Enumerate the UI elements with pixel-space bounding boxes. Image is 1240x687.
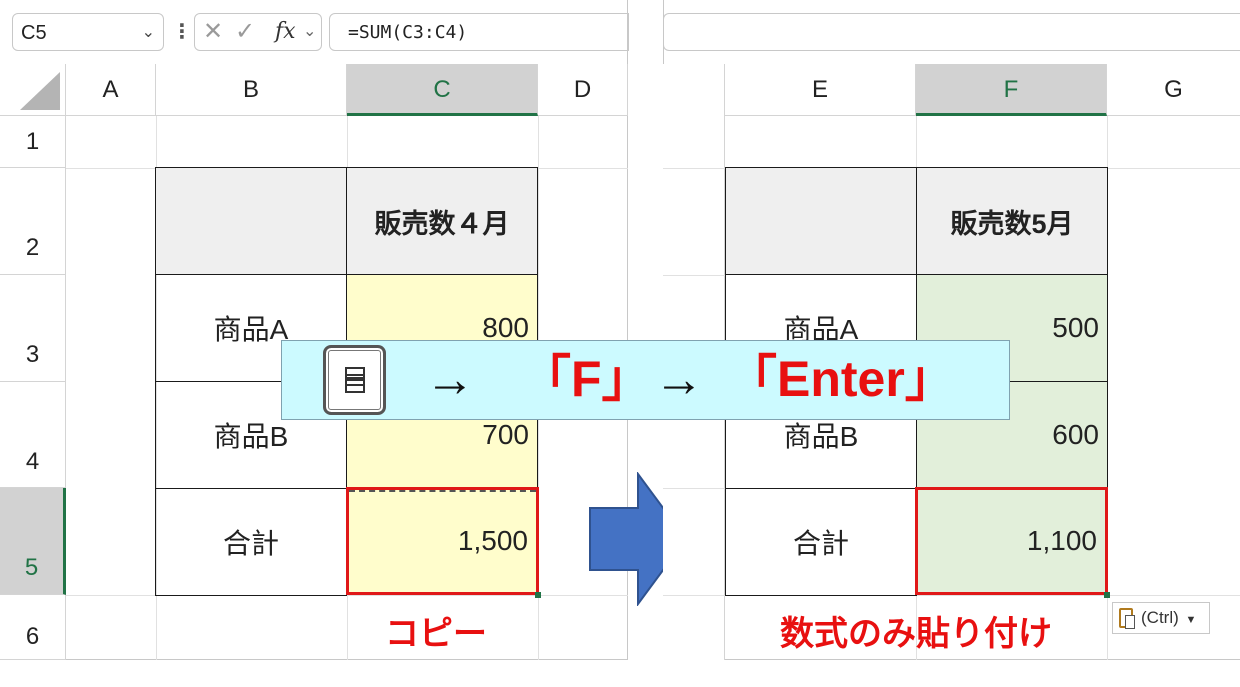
cell-c2-header[interactable]: 販売数４月 bbox=[346, 167, 538, 275]
banner-arrow-2: → bbox=[654, 351, 704, 407]
row-header-5[interactable]: 5 bbox=[0, 488, 66, 595]
menu-key-icon bbox=[323, 345, 386, 415]
menu-key-glyph bbox=[345, 367, 365, 393]
name-box[interactable]: C5 ⌄ bbox=[12, 13, 164, 51]
banner-arrow-1: → bbox=[425, 351, 475, 407]
copy-caption: コピー bbox=[385, 615, 487, 653]
paste-options-label: (Ctrl) bbox=[1141, 608, 1179, 627]
column-header-a[interactable]: A bbox=[66, 64, 156, 116]
name-box-value: C5 bbox=[21, 22, 47, 44]
cell-c5-total-selected[interactable]: 1,500 bbox=[346, 487, 539, 595]
chevron-down-icon[interactable]: ▼ bbox=[1186, 614, 1197, 626]
enter-icon[interactable]: ✓ bbox=[235, 14, 255, 50]
more-options-icon[interactable]: ⋮ bbox=[172, 13, 192, 51]
cell-e5-total-label[interactable]: 合計 bbox=[725, 488, 917, 596]
formula-buttons: ✕ ✓ fx ⌄ bbox=[194, 13, 322, 51]
formula-bar-input[interactable]: =SUM(C3:C4) bbox=[329, 13, 629, 51]
column-header-b[interactable]: B bbox=[156, 64, 347, 116]
row-header-1[interactable]: 1 bbox=[0, 116, 66, 168]
cell-b5-total-label[interactable]: 合計 bbox=[155, 488, 347, 596]
column-header-c[interactable]: C bbox=[347, 64, 538, 116]
column-header-e[interactable]: E bbox=[725, 64, 916, 116]
column-header-d[interactable]: D bbox=[538, 64, 628, 116]
copy-marquee bbox=[349, 490, 536, 492]
banner-key-f: 「F」 bbox=[521, 351, 652, 407]
gridline bbox=[663, 275, 725, 276]
gridline bbox=[66, 595, 628, 596]
insert-function-icon[interactable]: fx bbox=[275, 14, 296, 50]
cell-b2[interactable] bbox=[155, 167, 347, 275]
cell-f2-header[interactable]: 販売数5月 bbox=[916, 167, 1108, 275]
clipboard-page-icon bbox=[1125, 615, 1135, 629]
fill-handle[interactable] bbox=[1104, 592, 1110, 598]
select-all-corner[interactable] bbox=[0, 64, 66, 116]
cell-e2[interactable] bbox=[725, 167, 917, 275]
cancel-icon[interactable]: ✕ bbox=[203, 14, 223, 50]
select-all-triangle-icon bbox=[20, 72, 60, 110]
row-header-6[interactable]: 6 bbox=[0, 595, 66, 660]
row-header-2[interactable]: 2 bbox=[0, 168, 66, 275]
gridline bbox=[663, 488, 725, 489]
chevron-down-icon[interactable]: ⌄ bbox=[303, 14, 316, 50]
chevron-down-icon[interactable]: ⌄ bbox=[142, 14, 155, 52]
paste-options-button[interactable]: (Ctrl) ▼ bbox=[1112, 602, 1210, 634]
formula-bar-input[interactable] bbox=[663, 13, 1240, 51]
banner-key-enter: 「Enter」 bbox=[727, 351, 955, 407]
paste-formulas-caption: 数式のみ貼り付け bbox=[780, 615, 1052, 653]
row-header-4[interactable]: 4 bbox=[0, 382, 66, 488]
cell-f5-total-selected[interactable]: 1,100 bbox=[915, 487, 1108, 595]
row-header-3[interactable]: 3 bbox=[0, 275, 66, 382]
fill-handle[interactable] bbox=[535, 592, 541, 598]
column-header-f[interactable]: F bbox=[916, 64, 1107, 116]
column-header-g[interactable]: G bbox=[1107, 64, 1240, 116]
